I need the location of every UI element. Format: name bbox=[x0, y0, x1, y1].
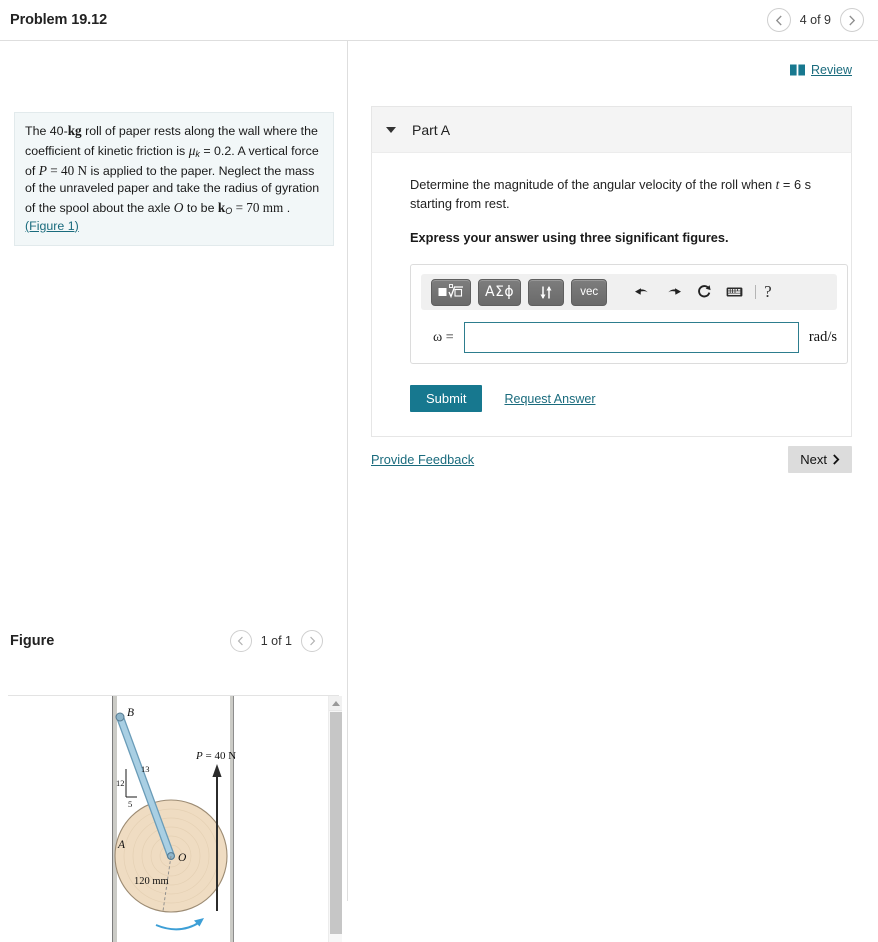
statement-P-value: = 40 N bbox=[46, 162, 88, 178]
help-button[interactable]: ? bbox=[764, 282, 772, 302]
label-B: B bbox=[127, 707, 134, 719]
math-toolbar: ΑΣϕ vec ? bbox=[421, 274, 837, 311]
statement-text-1: The 40- bbox=[25, 124, 68, 138]
toolbar-divider bbox=[755, 285, 757, 300]
request-answer-link[interactable]: Request Answer bbox=[504, 392, 595, 406]
statement-text-4: to be bbox=[183, 200, 218, 215]
figure-viewport: B A O 12 13 5 P = 40 N 120 mm bbox=[8, 696, 342, 942]
provide-feedback-link[interactable]: Provide Feedback bbox=[371, 452, 474, 467]
previous-problem-button[interactable] bbox=[766, 8, 791, 32]
figure-pager: 1 of 1 bbox=[229, 630, 323, 652]
left-panel: The 40-kg roll of paper rests along the … bbox=[0, 41, 348, 942]
right-panel: Review Part A Determine the magnitude of… bbox=[348, 41, 878, 901]
reset-icon[interactable] bbox=[692, 284, 716, 300]
keyboard-icon[interactable] bbox=[723, 286, 747, 298]
top-bar: Problem 19.12 4 of 9 bbox=[0, 0, 878, 41]
template-radical-button[interactable] bbox=[431, 278, 471, 306]
part-a-body: Determine the magnitude of the angular v… bbox=[371, 152, 852, 438]
force-arrow-head bbox=[212, 764, 222, 777]
review-row: Review bbox=[790, 63, 852, 77]
footer-row: Provide Feedback Next bbox=[371, 446, 852, 473]
greek-letters-button[interactable]: ΑΣϕ bbox=[478, 278, 522, 306]
statement-period: . bbox=[283, 200, 291, 215]
circular-reset-arrow-icon bbox=[698, 285, 711, 298]
part-a-panel: Part A Determine the magnitude of the an… bbox=[371, 106, 852, 438]
figure-1-link[interactable]: (Figure 1) bbox=[25, 219, 79, 233]
label-A: A bbox=[117, 839, 126, 851]
figure-scrollbar[interactable] bbox=[328, 696, 342, 942]
undo-arrow-icon bbox=[634, 287, 648, 295]
sort-arrows-button[interactable] bbox=[528, 278, 565, 306]
problem-statement: The 40-kg roll of paper rests along the … bbox=[14, 112, 334, 247]
up-down-arrows-icon bbox=[540, 285, 552, 299]
page-title: Problem 19.12 bbox=[10, 12, 108, 28]
figure-pager-label: 1 of 1 bbox=[260, 634, 292, 648]
part-a-label: Part A bbox=[412, 121, 451, 138]
pin-B bbox=[115, 712, 125, 722]
problem-pager: 4 of 9 bbox=[766, 8, 864, 32]
figure-header: Figure 1 of 1 bbox=[0, 623, 347, 659]
next-button-label: Next bbox=[800, 452, 827, 467]
force-label: P = 40 N bbox=[195, 750, 236, 762]
answer-input[interactable] bbox=[463, 322, 799, 354]
chevron-left-icon bbox=[237, 636, 244, 646]
keyboard-glyph-icon bbox=[726, 287, 743, 297]
question-text-part1: Determine the magnitude of the angular v… bbox=[410, 177, 776, 192]
undo-icon[interactable] bbox=[630, 285, 654, 300]
redo-arrow-icon bbox=[667, 287, 681, 295]
submit-button[interactable]: Submit bbox=[410, 385, 483, 413]
scroll-up-button[interactable] bbox=[329, 696, 342, 711]
answer-widget: ΑΣϕ vec ? ω = rad/s bbox=[410, 264, 848, 365]
chevron-right-icon bbox=[849, 15, 856, 25]
figure-title: Figure bbox=[10, 633, 55, 649]
statement-kg-unit: kg bbox=[67, 123, 82, 138]
statement-kO-value: = 70 mm bbox=[232, 199, 284, 215]
triangle-label-13: 13 bbox=[141, 764, 150, 774]
vector-button[interactable]: vec bbox=[571, 278, 608, 306]
label-O: O bbox=[178, 852, 187, 864]
chevron-left-icon bbox=[775, 15, 782, 25]
review-link[interactable]: Review bbox=[811, 63, 852, 77]
triangle-label-12: 12 bbox=[116, 778, 125, 788]
statement-P-symbol: P bbox=[38, 162, 47, 178]
answer-unit-label: rad/s bbox=[808, 329, 837, 346]
part-a-header[interactable]: Part A bbox=[371, 106, 852, 152]
redo-icon[interactable] bbox=[661, 285, 685, 300]
answer-input-row: ω = rad/s bbox=[421, 322, 837, 354]
radical-template-icon bbox=[438, 284, 463, 299]
problem-pager-label: 4 of 9 bbox=[799, 13, 831, 27]
book-icon bbox=[790, 64, 805, 76]
chevron-right-icon bbox=[833, 454, 840, 465]
triangle-up-icon bbox=[331, 700, 340, 706]
figure-diagram: B A O 12 13 5 P = 40 N 120 mm bbox=[112, 696, 236, 942]
radius-label: 120 mm bbox=[134, 876, 169, 887]
answer-variable-label: ω = bbox=[433, 329, 454, 345]
significant-figures-instruction: Express your answer using three signific… bbox=[410, 230, 729, 246]
question-text: Determine the magnitude of the angular v… bbox=[410, 175, 825, 213]
caret-down-icon[interactable] bbox=[386, 126, 396, 133]
triangle-label-5: 5 bbox=[128, 799, 132, 809]
next-button[interactable]: Next bbox=[788, 446, 852, 473]
figure-previous-button[interactable] bbox=[229, 630, 252, 652]
rotation-arrow bbox=[155, 921, 201, 931]
submit-row: Submit Request Answer bbox=[410, 385, 825, 413]
content-area: The 40-kg roll of paper rests along the … bbox=[0, 41, 878, 942]
next-problem-button[interactable] bbox=[840, 8, 864, 32]
chevron-right-icon bbox=[309, 636, 315, 646]
figure-next-button[interactable] bbox=[301, 630, 323, 652]
